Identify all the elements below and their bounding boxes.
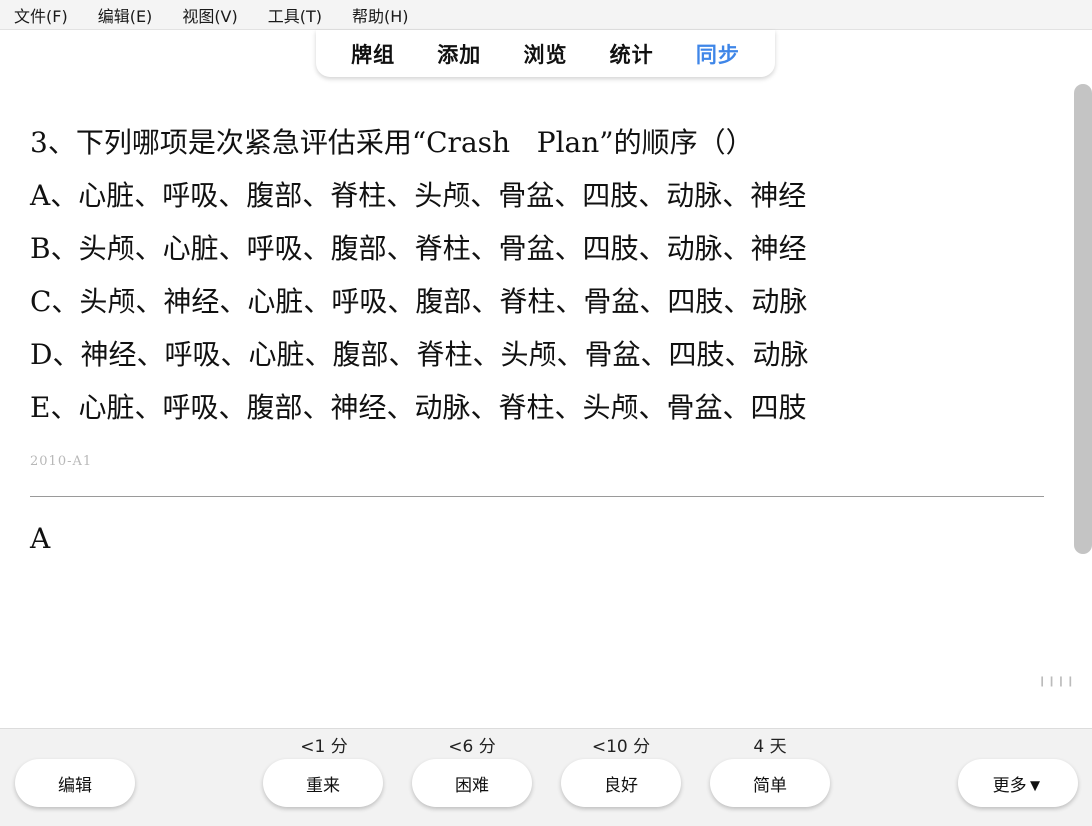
menu-file[interactable]: 文件(F) <box>10 1 72 29</box>
option-d: D、神经、呼吸、心脏、腹部、脊柱、头颅、骨盆、四肢、动脉 <box>30 338 809 371</box>
option-b: B、头颅、心脏、呼吸、腹部、脊柱、骨盆、四肢、动脉、神经 <box>30 232 807 265</box>
interval-again: <1 分 <box>300 737 348 757</box>
interval-good: <10 分 <box>591 737 651 757</box>
bottom-bar <box>0 728 1092 826</box>
tab-browse[interactable]: 浏览 <box>523 39 567 69</box>
interval-hard: <6 分 <box>448 737 496 757</box>
scrollbar-thumb[interactable] <box>1074 84 1092 554</box>
more-button[interactable]: 更多▼ <box>958 759 1078 807</box>
answer-divider <box>30 496 1044 497</box>
tab-add[interactable]: 添加 <box>437 39 481 69</box>
edit-button[interactable]: 编辑 <box>15 759 135 807</box>
tab-decks[interactable]: 牌组 <box>351 39 395 69</box>
top-nav: 牌组 添加 浏览 统计 同步 <box>316 30 775 77</box>
option-a: A、心脏、呼吸、腹部、脊柱、头颅、骨盆、四肢、动脉、神经 <box>30 179 807 212</box>
tab-sync[interactable]: 同步 <box>696 39 740 69</box>
tab-stats[interactable]: 统计 <box>610 39 654 69</box>
menu-help[interactable]: 帮助(H) <box>348 1 413 29</box>
good-button[interactable]: 良好 <box>561 759 681 807</box>
card-question: 3、下列哪项是次紧急评估采用“Crash Plan”的顺序（） <box>30 126 754 159</box>
menu-edit[interactable]: 编辑(E) <box>94 1 157 29</box>
menu-bar: 文件(F) 编辑(E) 视图(V) 工具(T) 帮助(H) <box>0 0 1092 30</box>
card-answer: A <box>30 522 51 555</box>
easy-button[interactable]: 简单 <box>710 759 830 807</box>
option-e: E、心脏、呼吸、腹部、神经、动脉、脊柱、头颅、骨盆、四肢 <box>30 391 807 424</box>
again-button[interactable]: 重来 <box>263 759 383 807</box>
menu-view[interactable]: 视图(V) <box>178 1 241 29</box>
card-source-tag: 2010-A1 <box>30 454 93 469</box>
interval-easy: 4 天 <box>753 737 787 757</box>
option-c: C、头颅、神经、心脏、呼吸、腹部、脊柱、骨盆、四肢、动脉 <box>30 285 808 318</box>
hard-button[interactable]: 困难 <box>412 759 532 807</box>
menu-tools[interactable]: 工具(T) <box>264 1 326 29</box>
card-content: 3、下列哪项是次紧急评估采用“Crash Plan”的顺序（） A、心脏、呼吸、… <box>30 116 1030 469</box>
resize-grip-icon[interactable]: ❙❙❙❙ <box>1038 676 1076 687</box>
